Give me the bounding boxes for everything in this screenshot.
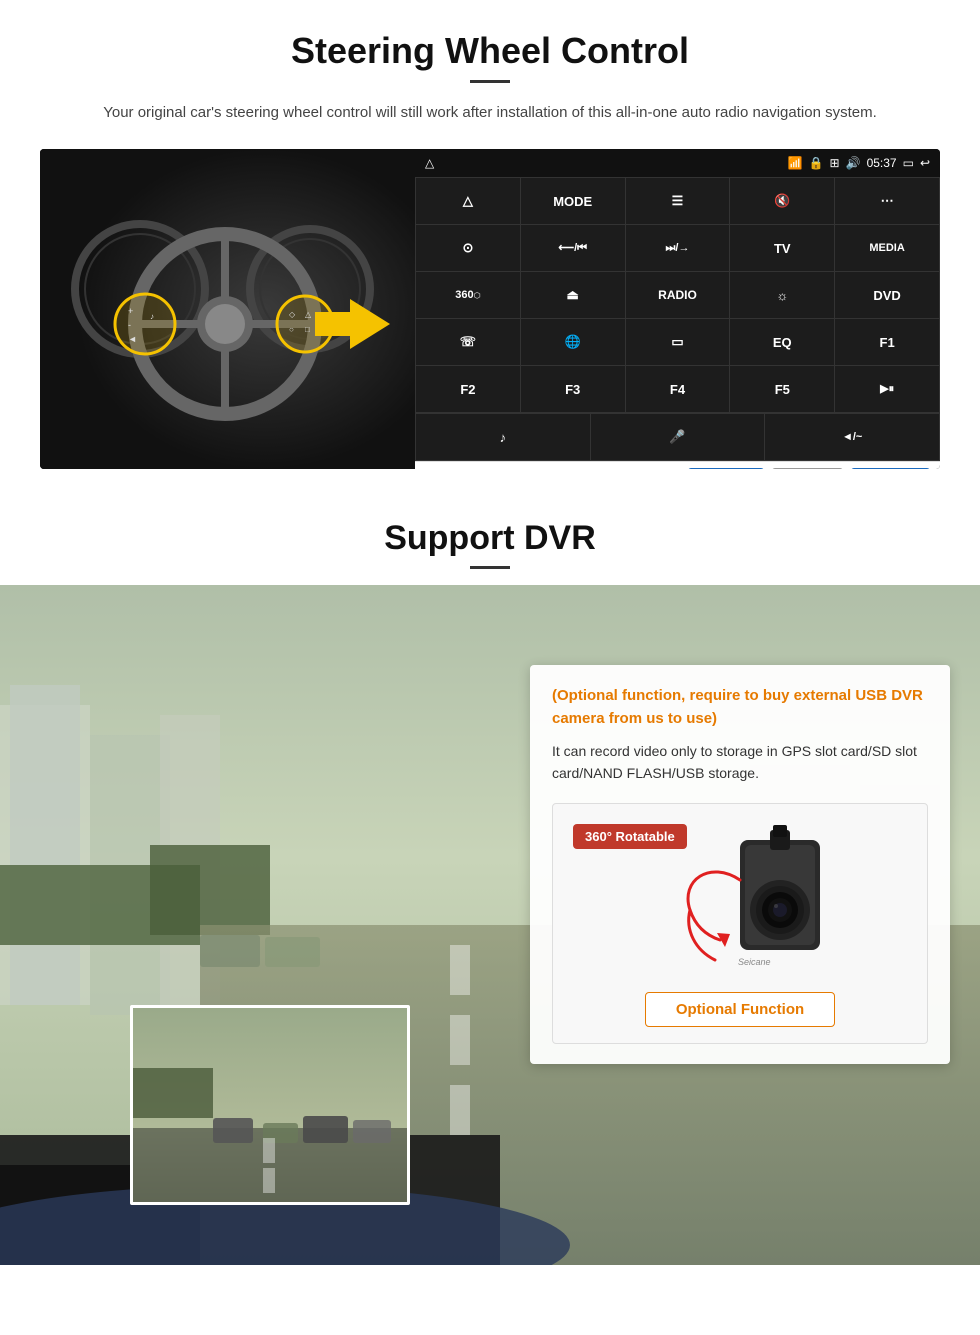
- svg-text:△: △: [305, 310, 312, 319]
- btn-media[interactable]: MEDIA: [835, 225, 939, 271]
- home-icon: △: [425, 156, 434, 170]
- clock: 05:37: [867, 156, 897, 170]
- status-right: 📶 🔒 ⊞ 🔊 05:37 ▭ ↩: [788, 156, 930, 170]
- btn-f1[interactable]: F1: [835, 319, 939, 365]
- btn-mode[interactable]: MODE: [521, 178, 625, 224]
- svg-text:-: -: [128, 320, 131, 330]
- iface-bottom-bar: Start End Clear: [415, 461, 940, 469]
- dvr-description: It can record video only to storage in G…: [552, 740, 928, 785]
- swc-composite: + - ◄ ♪ ◇ ○ △ □: [40, 149, 940, 469]
- swc-divider: [470, 80, 510, 83]
- btn-tv[interactable]: TV: [730, 225, 834, 271]
- btn-playpause[interactable]: ▶⏸: [835, 366, 939, 412]
- dvr-small-capture: [130, 1005, 410, 1205]
- dvr-info-card: (Optional function, require to buy exter…: [530, 665, 950, 1064]
- btn-f3[interactable]: F3: [521, 366, 625, 412]
- btn-360[interactable]: 360⬡: [416, 272, 520, 318]
- btn-settings[interactable]: ⊙: [416, 225, 520, 271]
- btn-rect[interactable]: ▭: [626, 319, 730, 365]
- btn-f5[interactable]: F5: [730, 366, 834, 412]
- swc-interface-panel: △ 📶 🔒 ⊞ 🔊 05:37 ▭ ↩ △ MODE ☰ 🔇: [415, 149, 940, 469]
- car-background-svg: + - ◄ ♪ ◇ ○ △ □: [40, 149, 415, 469]
- swc-description: Your original car's steering wheel contr…: [80, 101, 900, 125]
- btn-f4[interactable]: F4: [626, 366, 730, 412]
- svg-text:◄: ◄: [128, 334, 137, 344]
- btn-browser[interactable]: 🌐: [521, 319, 625, 365]
- swc-section: Steering Wheel Control Your original car…: [0, 0, 980, 489]
- svg-text:◇: ◇: [289, 310, 296, 319]
- back-icon: ↩: [920, 156, 930, 170]
- btn-eq[interactable]: EQ: [730, 319, 834, 365]
- status-left: △: [425, 156, 434, 170]
- end-button[interactable]: End: [772, 468, 843, 469]
- dvr-divider: [470, 566, 510, 569]
- dvr-optional-text: (Optional function, require to buy exter…: [552, 685, 928, 730]
- lock-icon: 🔒: [809, 156, 824, 170]
- grid-icon: ⊞: [830, 156, 840, 170]
- dvr-header: Support DVR: [0, 489, 980, 585]
- btn-voldown[interactable]: ◄/~: [765, 414, 939, 460]
- btn-next[interactable]: ⏭/→: [626, 225, 730, 271]
- window-icon: ▭: [903, 156, 914, 170]
- swc-title: Steering Wheel Control: [40, 30, 940, 72]
- steering-wheel-photo: + - ◄ ♪ ◇ ○ △ □: [40, 149, 415, 469]
- dvr-section: Support DVR: [0, 489, 980, 1265]
- dvr-capture-svg: [133, 1008, 410, 1205]
- dvr-optional-label: Optional Function: [645, 992, 835, 1027]
- btn-dvd[interactable]: DVD: [835, 272, 939, 318]
- btn-eject[interactable]: ⏏: [521, 272, 625, 318]
- svg-text:○: ○: [289, 325, 294, 334]
- iface-partial-row: ♪ 🎤 ◄/~: [415, 413, 940, 461]
- dvr-content-area: (Optional function, require to buy exter…: [0, 585, 980, 1265]
- btn-home[interactable]: △: [416, 178, 520, 224]
- btn-mic[interactable]: 🎤: [591, 414, 765, 460]
- iface-statusbar: △ 📶 🔒 ⊞ 🔊 05:37 ▭ ↩: [415, 149, 940, 177]
- btn-f2[interactable]: F2: [416, 366, 520, 412]
- volume-icon: 🔊: [846, 156, 861, 170]
- btn-radio[interactable]: RADIO: [626, 272, 730, 318]
- btn-apps[interactable]: ⋯: [835, 178, 939, 224]
- btn-mute[interactable]: 🔇: [730, 178, 834, 224]
- svg-text:♪: ♪: [150, 312, 154, 321]
- svg-text:+: +: [128, 306, 133, 316]
- dvr-360-badge: 360° Rotatable: [573, 824, 687, 849]
- svg-text:Seicane: Seicane: [738, 957, 771, 967]
- dvr-product-box: 360° Rotatable: [552, 803, 928, 1044]
- btn-phone[interactable]: ☏: [416, 319, 520, 365]
- dvr-title: Support DVR: [40, 519, 940, 558]
- clear-button[interactable]: Clear: [851, 468, 930, 469]
- btn-menu[interactable]: ☰: [626, 178, 730, 224]
- btn-brightness[interactable]: ☼: [730, 272, 834, 318]
- iface-button-grid: △ MODE ☰ 🔇 ⋯ ⊙ ⟵/⏮ ⏭/→ TV MEDIA 360⬡ ⏏ R…: [415, 177, 940, 413]
- wifi-icon: 📶: [788, 156, 803, 170]
- btn-music[interactable]: ♪: [416, 414, 590, 460]
- svg-text:□: □: [305, 325, 310, 334]
- btn-prev[interactable]: ⟵/⏮: [521, 225, 625, 271]
- start-button[interactable]: Start: [688, 468, 764, 469]
